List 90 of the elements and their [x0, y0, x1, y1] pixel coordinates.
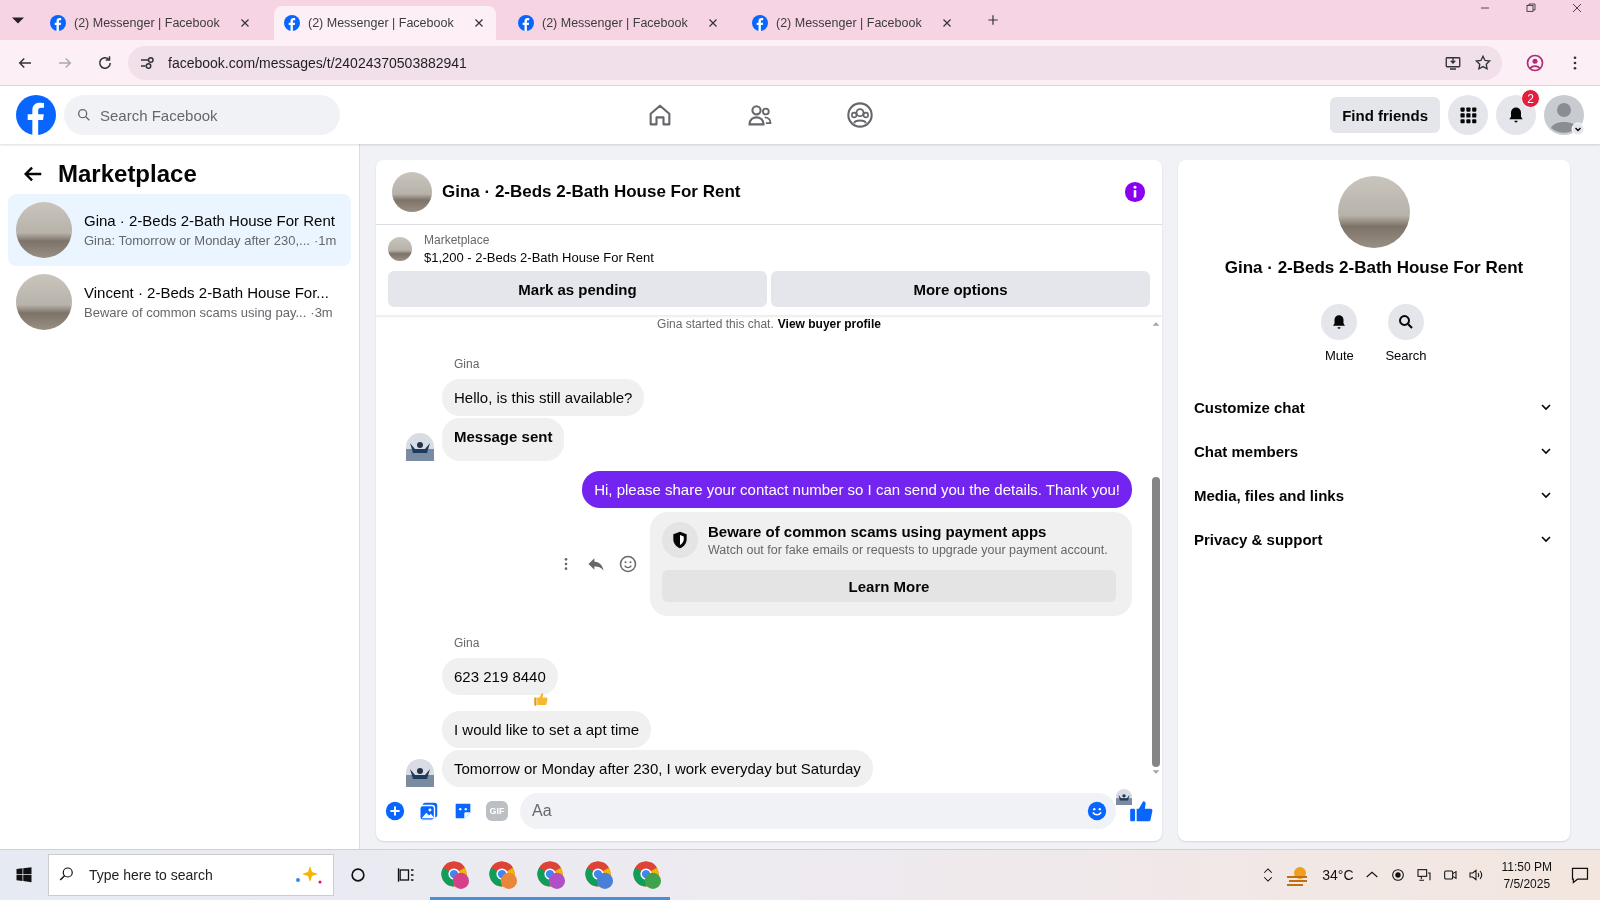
profile-avatar-icon[interactable] — [1544, 95, 1584, 135]
action-label: Mute — [1324, 348, 1354, 363]
emoji-icon[interactable] — [1086, 800, 1108, 822]
learn-more-button[interactable]: Learn More — [662, 570, 1116, 602]
listing-source: Marketplace — [424, 233, 491, 247]
avatar-photo — [392, 172, 432, 212]
listing-photo — [388, 237, 412, 261]
mute-button[interactable] — [1321, 304, 1358, 340]
temperature: 34°C — [1322, 867, 1354, 883]
info-icon[interactable] — [1124, 181, 1146, 203]
browser-app-icon[interactable] — [535, 858, 565, 889]
message-preview: Beware of common scams using pay... — [84, 305, 307, 320]
groups-icon[interactable] — [846, 101, 874, 129]
conversation-item[interactable]: Vincent · 2-Beds 2-Bath House For... Beware of common scams using pay... ·3m — [8, 266, 351, 338]
browser-tab[interactable]: (2) Messenger | Facebook — [40, 6, 262, 40]
cortana-icon[interactable] — [348, 865, 368, 885]
reload-icon[interactable] — [96, 53, 114, 72]
add-icon[interactable] — [384, 800, 406, 822]
taskbar-search-field[interactable]: Type here to search — [48, 854, 334, 896]
search-field[interactable]: Search Facebook — [64, 95, 340, 135]
section-header[interactable]: Customize chat — [1194, 385, 1554, 429]
chat-notice: Gina started this chat. — [657, 317, 774, 331]
view-profile-link[interactable]: View buyer profile — [777, 317, 881, 331]
notifications-icon[interactable] — [1570, 865, 1590, 885]
message-input[interactable]: Aa — [520, 793, 1116, 829]
message-bubble: Hello, is this still available? — [442, 379, 645, 416]
favicon-icon — [284, 15, 300, 31]
logo-icon — [16, 95, 56, 135]
section-header[interactable]: Chat members — [1194, 429, 1554, 473]
avatar-photo — [16, 274, 72, 330]
profile-icon[interactable] — [1525, 52, 1545, 73]
search-icon — [58, 865, 76, 883]
menu-button[interactable] — [1448, 95, 1488, 135]
message-bubble: Hi, please share your contact number so I can send you the details. Thank you! — [582, 471, 1132, 508]
conversation-item[interactable]: Gina · 2-Beds 2-Bath House For Rent Gina: Tomorrow or Monday after 230,... ·1m — [8, 194, 351, 266]
message-preview: Gina: Tomorrow or Monday after 230,... — [84, 233, 310, 248]
record-icon[interactable] — [1389, 867, 1406, 883]
shield-icon — [670, 530, 690, 550]
listing-title: $1,200 - 2-Beds 2-Bath House For Rent — [424, 250, 654, 265]
address-bar[interactable]: facebook.com/messages/t/24024370503882941 — [128, 45, 1502, 80]
message-bubble: Tomorrow or Monday after 230, I work everyday but Saturday — [442, 750, 873, 787]
warning-text: Watch out for fake emails or requests to upgrade your payment account. — [708, 543, 1108, 557]
favicon-icon — [518, 15, 534, 31]
browser-tab[interactable]: (2) Messenger | Facebook — [742, 6, 964, 40]
browser-app-icon[interactable] — [439, 858, 469, 889]
volume-icon[interactable] — [1467, 867, 1484, 883]
action-button[interactable]: Mark as pending — [388, 271, 767, 307]
task-view-icon[interactable] — [396, 865, 416, 885]
contact-title: Gina · 2-Beds 2-Bath House For Rent — [1224, 258, 1524, 278]
emoji-react-icon[interactable] — [618, 554, 638, 574]
seen-avatar-icon — [1116, 789, 1132, 805]
message-bubble: I would like to set a apt time — [442, 711, 652, 748]
section-header[interactable]: Privacy & support — [1194, 517, 1554, 561]
browser-app-icon[interactable] — [487, 858, 517, 889]
favicon-icon — [50, 15, 66, 31]
warning-title: Beware of common scams using payment apps — [708, 523, 1048, 540]
new-tab-icon[interactable] — [985, 12, 1001, 28]
browser-app-icon[interactable] — [583, 858, 613, 889]
message-bubble: Message sent — [442, 418, 565, 461]
message-time: ·3m — [310, 305, 333, 320]
windows-start-icon[interactable] — [15, 866, 33, 884]
sender-name: Gina — [454, 357, 481, 371]
action-button[interactable]: More options — [771, 271, 1150, 307]
camera-icon[interactable] — [1441, 867, 1458, 883]
notifications-button[interactable] — [1496, 95, 1536, 135]
bookmark-star-icon[interactable] — [1474, 53, 1492, 72]
section-header[interactable]: Media, files and links — [1194, 473, 1554, 517]
browser-app-icon[interactable] — [631, 858, 661, 889]
notification-count: 2 — [1521, 89, 1540, 108]
conversation-title: Vincent · 2-Beds 2-Bath House For... — [84, 284, 330, 301]
message-time: ·1m — [313, 233, 337, 248]
find-friends-button[interactable]: Find friends — [1330, 97, 1440, 133]
sidebar-title: Marketplace — [58, 160, 197, 188]
network-icon[interactable] — [1415, 867, 1432, 883]
chat-title: Gina · 2-Beds 2-Bath House For Rent — [442, 182, 742, 202]
sender-name: Gina — [454, 636, 481, 650]
photo-icon[interactable] — [418, 800, 440, 822]
search-icon — [1397, 313, 1415, 331]
avatar-photo — [16, 202, 72, 258]
search-icon — [76, 107, 92, 123]
browser-tab[interactable]: (2) Messenger | Facebook — [508, 6, 730, 40]
grid-icon — [1458, 105, 1478, 125]
favicon-icon — [752, 15, 768, 31]
clock[interactable]: 11:50 PM 7/5/2025 — [1501, 859, 1552, 891]
action-label: Search — [1385, 348, 1427, 363]
conversation-title: Gina · 2-Beds 2-Bath House For Rent — [84, 212, 336, 229]
search-button[interactable] — [1388, 304, 1424, 340]
like-icon[interactable] — [1128, 798, 1154, 824]
tab-list-icon — [12, 16, 24, 24]
browser-tab[interactable]: (2) Messenger | Facebook — [274, 6, 496, 40]
